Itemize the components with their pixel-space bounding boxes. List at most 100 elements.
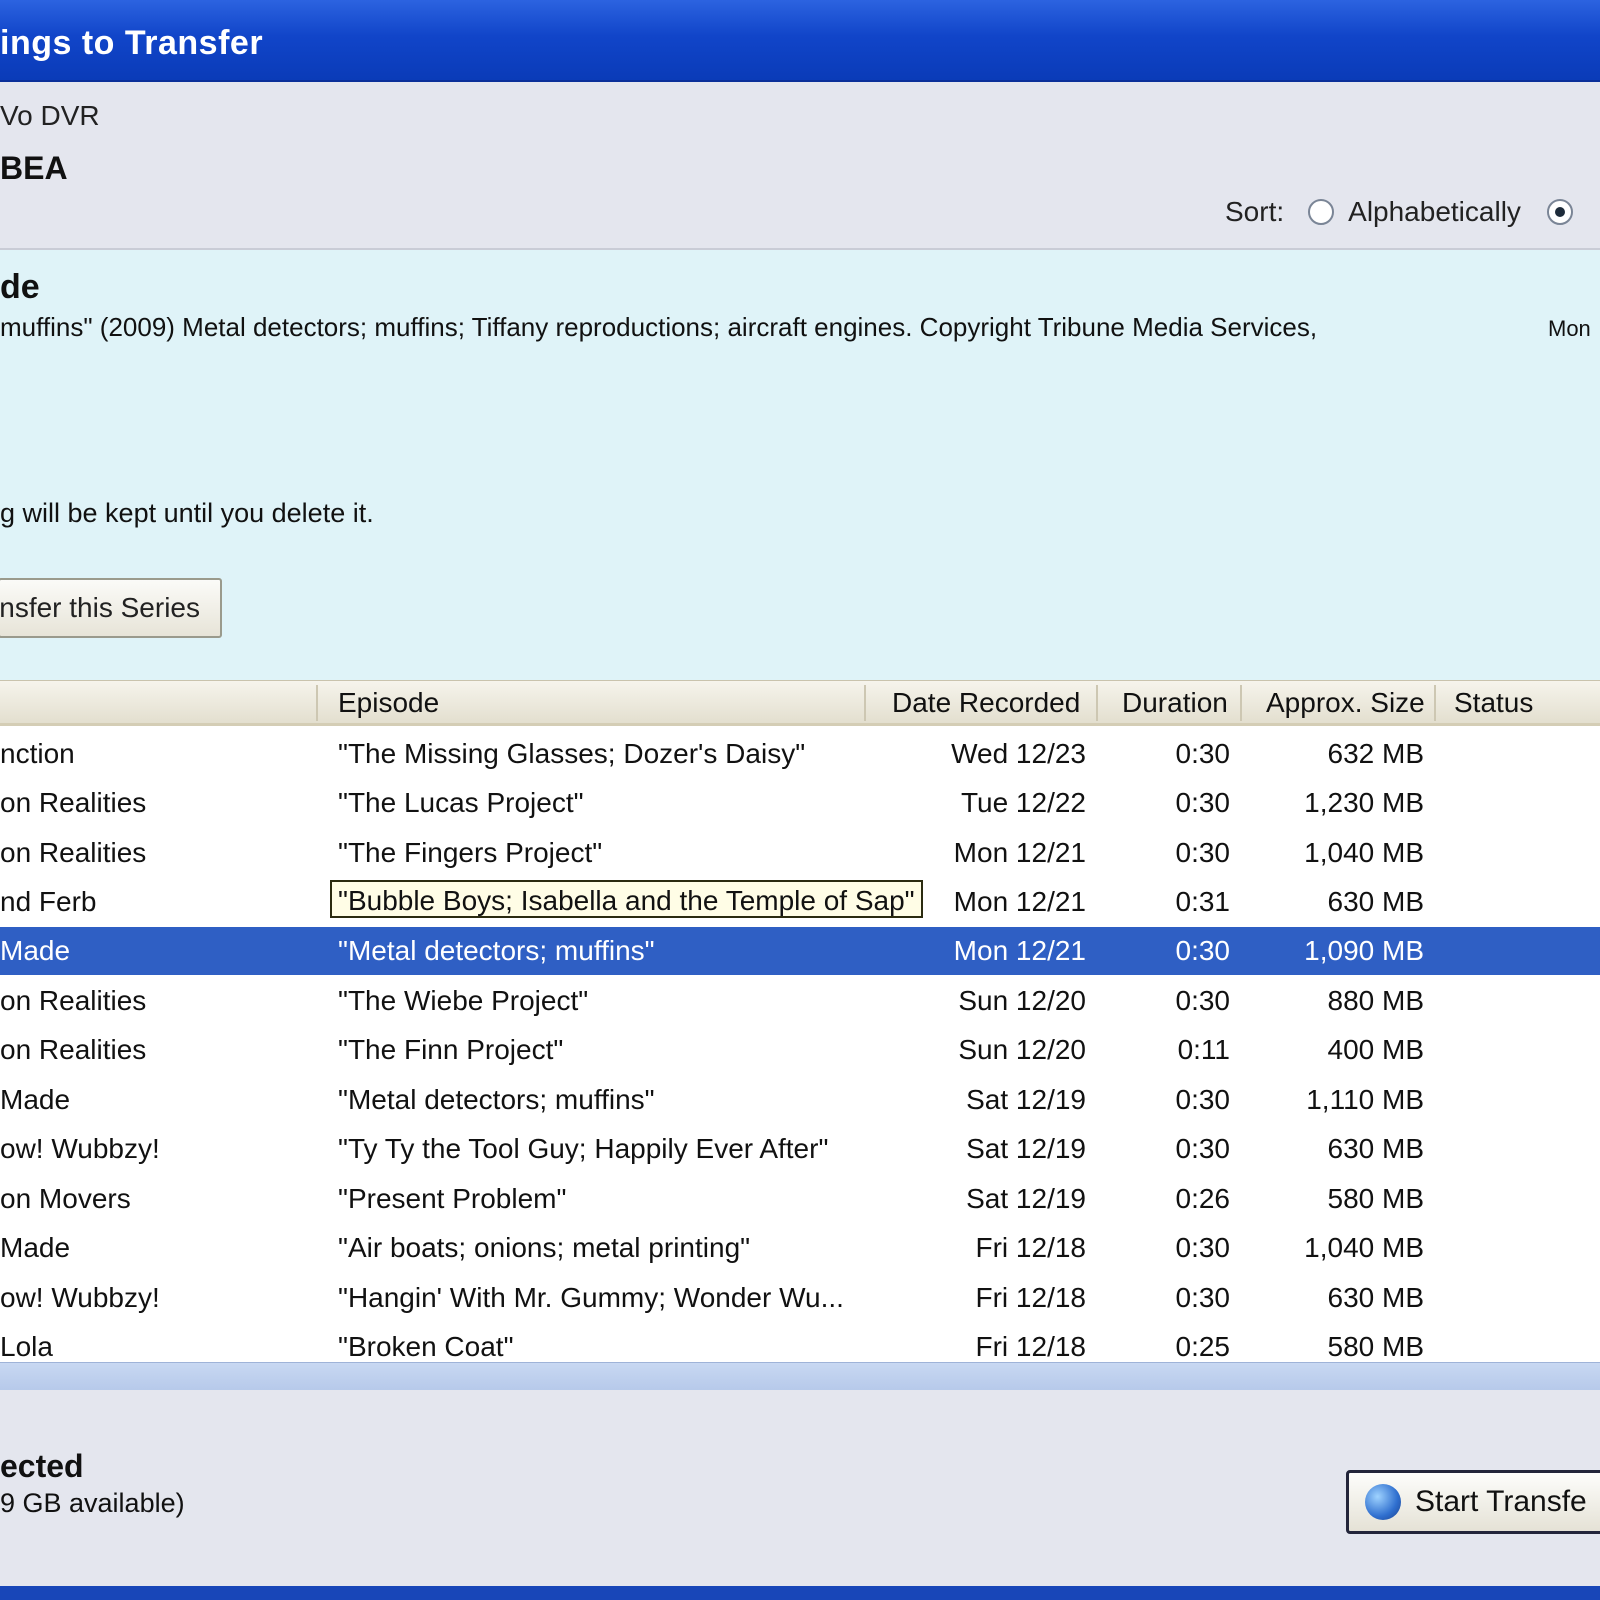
window-frame-bottom	[0, 1586, 1600, 1600]
cell-duration: 0:30	[1175, 787, 1231, 818]
cell-episode: "The Finn Project"	[338, 1034, 564, 1065]
cell-episode: "Hangin' With Mr. Gummy; Wonder Wu...	[338, 1282, 844, 1313]
sort-control: Sort: Alphabetically	[1225, 192, 1573, 232]
cell-show: ow! Wubbzy!	[0, 1282, 160, 1313]
sort-label: Sort:	[1225, 196, 1285, 227]
device-name: BEA	[0, 150, 68, 186]
column-separator[interactable]	[1096, 685, 1098, 721]
cell-duration: 0:11	[1177, 1034, 1230, 1065]
horizontal-scrollbar[interactable]	[0, 1362, 1600, 1392]
cell-duration: 0:30	[1175, 837, 1231, 868]
table-row[interactable]: nd Ferb "Bubble Boys; Isabella and the T…	[0, 878, 1600, 926]
cell-size: 880 MB	[1327, 985, 1425, 1016]
episode-description: muffins" (2009) Metal detectors; muffins…	[0, 312, 1318, 342]
start-transfer-button[interactable]: Start Transfe	[1346, 1470, 1600, 1534]
cell-episode-tooltip: "Bubble Boys; Isabella and the Temple of…	[330, 880, 923, 918]
cell-size: 1,110 MB	[1306, 1084, 1424, 1115]
cell-duration: 0:30	[1175, 1232, 1231, 1263]
sort-by-date-radio[interactable]	[1546, 199, 1573, 225]
cell-date: Wed 12/23	[951, 738, 1086, 769]
cell-duration: 0:30	[1175, 985, 1231, 1016]
cell-episode: "Metal detectors; muffins"	[338, 1084, 655, 1115]
table-row[interactable]: on Movers "Present Problem" Sat 12/19 0:…	[0, 1175, 1600, 1223]
cell-date: Sat 12/19	[966, 1133, 1086, 1164]
cell-show: Lola	[0, 1331, 53, 1362]
table-row[interactable]: ow! Wubbzy! "Ty Ty the Tool Guy; Happily…	[0, 1125, 1600, 1173]
keep-until-note: g will be kept until you delete it.	[0, 498, 374, 528]
cell-size: 1,040 MB	[1304, 837, 1424, 868]
cell-size: 580 MB	[1327, 1183, 1425, 1214]
table-row[interactable]: on Realities "The Lucas Project" Tue 12/…	[0, 779, 1600, 827]
table-row[interactable]: on Realities "The Wiebe Project" Sun 12/…	[0, 977, 1600, 1025]
cell-date: Fri 12/18	[975, 1331, 1087, 1362]
cell-episode: "The Wiebe Project"	[338, 985, 589, 1016]
cell-show: on Realities	[0, 985, 147, 1016]
column-approx-size[interactable]: Approx. Size	[1266, 687, 1425, 719]
cell-episode: "The Fingers Project"	[338, 837, 603, 868]
sort-alphabetically-label[interactable]: Alphabetically	[1348, 196, 1521, 228]
column-separator[interactable]	[316, 685, 318, 721]
cell-date: Fri 12/18	[975, 1232, 1087, 1263]
cell-duration: 0:31	[1175, 886, 1231, 917]
cell-size: 1,040 MB	[1304, 1232, 1424, 1263]
cell-episode: "Ty Ty the Tool Guy; Happily Ever After"	[338, 1133, 829, 1164]
cell-size: 580 MB	[1327, 1331, 1425, 1362]
cell-duration: 0:25	[1175, 1331, 1231, 1362]
cell-duration: 0:30	[1175, 1084, 1231, 1115]
table-row[interactable]: on Realities "The Fingers Project" Mon 1…	[0, 829, 1600, 877]
globe-icon	[1365, 1484, 1401, 1520]
cell-date: Sun 12/20	[958, 1034, 1086, 1065]
table-row[interactable]: nction "The Missing Glasses; Dozer's Dai…	[0, 730, 1600, 778]
column-separator[interactable]	[864, 685, 866, 721]
cell-duration: 0:30	[1175, 1133, 1231, 1164]
details-pane: de muffins" (2009) Metal detectors; muff…	[0, 250, 1600, 680]
column-date-recorded[interactable]: Date Recorded	[892, 687, 1080, 719]
cell-show: on Realities	[0, 837, 147, 868]
cell-show: ow! Wubbzy!	[0, 1133, 160, 1164]
table-row[interactable]: Lola "Broken Coat" Fri 12/18 0:25 580 MB	[0, 1323, 1600, 1362]
column-status[interactable]: Status	[1454, 687, 1533, 719]
table-row[interactable]: on Realities "The Finn Project" Sun 12/2…	[0, 1026, 1600, 1074]
cell-date: Sun 12/20	[958, 985, 1086, 1016]
table-row[interactable]: Made "Air boats; onions; metal printing"…	[0, 1224, 1600, 1272]
window-title: ings to Transfer	[0, 24, 264, 62]
cell-size: 630 MB	[1327, 886, 1425, 917]
title-bar: ings to Transfer	[0, 0, 1600, 82]
column-separator[interactable]	[1240, 685, 1242, 721]
column-separator[interactable]	[1434, 685, 1436, 721]
cell-date: Sat 12/19	[966, 1183, 1086, 1214]
cell-show: on Realities	[0, 1034, 147, 1065]
cell-duration: 0:26	[1175, 1183, 1231, 1214]
recordings-list[interactable]: Episode Date Recorded Duration Approx. S…	[0, 680, 1600, 1362]
cell-duration: 0:30	[1175, 1282, 1231, 1313]
table-row-selected[interactable]: Made "Metal detectors; muffins" Mon 12/2…	[0, 927, 1600, 975]
cell-episode: "Air boats; onions; metal printing"	[338, 1232, 751, 1263]
cell-show: on Movers	[0, 1183, 131, 1214]
cell-duration: 0:30	[1175, 935, 1231, 966]
cell-show: on Realities	[0, 787, 147, 818]
start-transfer-label: Start Transfe	[1415, 1485, 1587, 1518]
sort-alphabetically-radio[interactable]	[1308, 199, 1335, 225]
cell-episode: "Metal detectors; muffins"	[338, 935, 655, 966]
cell-size: 630 MB	[1327, 1282, 1425, 1313]
available-space: 9 GB available)	[0, 1488, 185, 1518]
cell-size: 1,230 MB	[1304, 787, 1424, 818]
show-title: de	[0, 268, 40, 306]
cell-date: Fri 12/18	[975, 1282, 1087, 1313]
list-header: Episode Date Recorded Duration Approx. S…	[0, 680, 1600, 726]
transfer-series-button[interactable]: ansfer this Series	[0, 578, 222, 638]
table-row[interactable]: ow! Wubbzy! "Hangin' With Mr. Gummy; Won…	[0, 1274, 1600, 1322]
cell-date: Mon 12/21	[953, 935, 1086, 966]
selected-summary: ected	[0, 1448, 84, 1484]
column-episode[interactable]: Episode	[338, 687, 439, 719]
cell-episode: "Present Problem"	[338, 1183, 567, 1214]
table-row[interactable]: Made "Metal detectors; muffins" Sat 12/1…	[0, 1076, 1600, 1124]
cell-size: 1,090 MB	[1304, 935, 1424, 966]
column-duration[interactable]: Duration	[1122, 687, 1228, 719]
cell-episode: "The Missing Glasses; Dozer's Daisy"	[338, 738, 806, 769]
cell-date: Tue 12/22	[960, 787, 1086, 818]
cell-show: Made	[0, 1084, 71, 1115]
cell-date: Mon 12/21	[953, 886, 1086, 917]
dvr-header: Vo DVR BEA Sort: Alphabetically	[0, 82, 1600, 250]
cell-size: 400 MB	[1327, 1034, 1425, 1065]
